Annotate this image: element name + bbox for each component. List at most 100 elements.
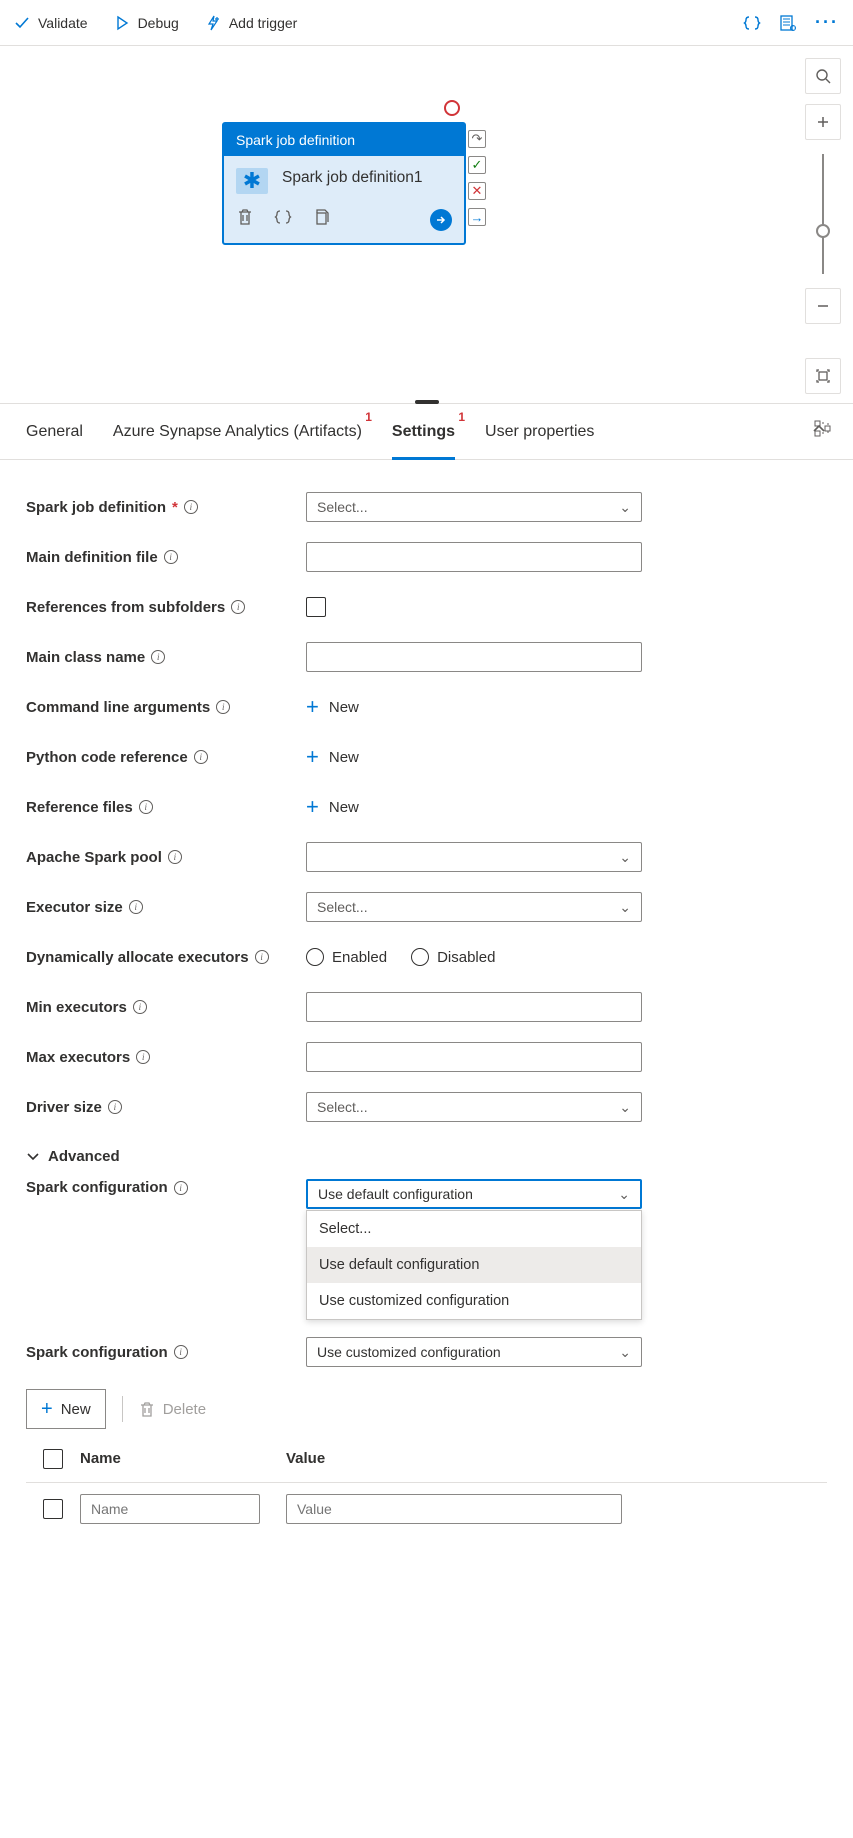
fit-to-screen-button[interactable]: [805, 358, 841, 394]
chevron-down-icon: [26, 1150, 40, 1164]
main-definition-file-label: Main definition filei: [26, 549, 306, 566]
config-table-row: [26, 1483, 827, 1535]
spark-configuration-label-2: Spark configurationi: [26, 1344, 306, 1361]
col-header-value: Value: [286, 1450, 325, 1467]
info-icon[interactable]: i: [174, 1345, 188, 1359]
config-name-input[interactable]: [80, 1494, 260, 1524]
command-line-args-label: Command line argumentsi: [26, 699, 306, 716]
plus-icon: +: [306, 694, 319, 720]
pipeline-canvas[interactable]: Spark job definition ✱ Spark job definit…: [0, 46, 853, 404]
trash-icon: [139, 1401, 155, 1417]
validation-error-icon: [444, 100, 460, 116]
add-python-ref-button[interactable]: + New: [306, 744, 642, 770]
connector-skip-icon[interactable]: →: [468, 208, 486, 226]
tab-general[interactable]: General: [26, 404, 83, 460]
col-header-name: Name: [80, 1450, 286, 1467]
info-icon[interactable]: i: [136, 1050, 150, 1064]
validate-button[interactable]: Validate: [14, 15, 88, 31]
spark-configuration-select[interactable]: Use default configuration⌄: [306, 1179, 642, 1209]
chevron-down-icon: ⌄: [619, 499, 631, 516]
main-class-name-label: Main class namei: [26, 649, 306, 666]
play-icon: [114, 15, 130, 31]
add-trigger-label: Add trigger: [229, 15, 297, 31]
arrow-right-icon[interactable]: [430, 209, 452, 231]
dynamically-allocate-label: Dynamically allocate executorsi: [26, 949, 306, 966]
info-icon[interactable]: i: [168, 850, 182, 864]
activity-connectors: ↷ ✓ ✕ →: [468, 130, 486, 226]
radio-disabled[interactable]: Disabled: [411, 948, 495, 966]
activity-type-header: Spark job definition: [224, 124, 464, 156]
info-icon[interactable]: i: [174, 1181, 188, 1195]
max-executors-input[interactable]: [306, 1042, 642, 1072]
config-actions: + New Delete: [26, 1389, 827, 1429]
info-icon[interactable]: i: [194, 750, 208, 764]
copy-icon[interactable]: [312, 208, 330, 231]
add-reference-file-button[interactable]: + New: [306, 794, 642, 820]
canvas-controls: [805, 58, 841, 443]
info-icon[interactable]: i: [133, 1000, 147, 1014]
spark-configuration-select-2[interactable]: Use customized configuration⌄: [306, 1337, 642, 1367]
activity-card[interactable]: Spark job definition ✱ Spark job definit…: [222, 122, 466, 245]
python-code-ref-label: Python code referencei: [26, 749, 306, 766]
plus-icon: +: [41, 1398, 53, 1421]
connector-failure-icon[interactable]: ✕: [468, 182, 486, 200]
braces-icon[interactable]: [743, 14, 761, 32]
min-executors-input[interactable]: [306, 992, 642, 1022]
info-icon[interactable]: i: [231, 600, 245, 614]
radio-enabled[interactable]: Enabled: [306, 948, 387, 966]
search-canvas-button[interactable]: [805, 58, 841, 94]
connector-success-icon[interactable]: ✓: [468, 156, 486, 174]
delete-icon[interactable]: [236, 208, 254, 231]
properties-icon[interactable]: [779, 14, 797, 32]
tab-settings[interactable]: Settings 1: [392, 404, 455, 460]
info-icon[interactable]: i: [108, 1100, 122, 1114]
zoom-in-button[interactable]: [805, 104, 841, 140]
divider: [122, 1396, 123, 1422]
info-icon[interactable]: i: [164, 550, 178, 564]
references-subfolders-checkbox[interactable]: [306, 597, 326, 617]
info-icon[interactable]: i: [129, 900, 143, 914]
config-value-input[interactable]: [286, 1494, 622, 1524]
tab-user-properties[interactable]: User properties: [485, 404, 594, 460]
row-checkbox[interactable]: [43, 1499, 63, 1519]
debug-button[interactable]: Debug: [114, 15, 179, 31]
zoom-out-button[interactable]: [805, 288, 841, 324]
zoom-slider[interactable]: [822, 154, 824, 274]
apache-spark-pool-select[interactable]: ⌄: [306, 842, 642, 872]
config-table-header: Name Value: [26, 1435, 827, 1483]
chevron-down-icon: ⌄: [619, 1344, 631, 1361]
executor-size-select[interactable]: Select...⌄: [306, 892, 642, 922]
zoom-thumb[interactable]: [816, 224, 830, 238]
dropdown-option-select[interactable]: Select...: [307, 1211, 641, 1247]
info-icon[interactable]: i: [151, 650, 165, 664]
advanced-toggle[interactable]: Advanced: [26, 1148, 827, 1165]
delete-config-button[interactable]: Delete: [139, 1401, 206, 1418]
driver-size-select[interactable]: Select...⌄: [306, 1092, 642, 1122]
info-icon[interactable]: i: [255, 950, 269, 964]
dropdown-option-custom[interactable]: Use customized configuration: [307, 1283, 641, 1319]
collapse-panel-button[interactable]: [811, 421, 827, 442]
chevron-down-icon: ⌄: [619, 849, 631, 866]
dynamically-allocate-radio-group: Enabled Disabled: [306, 948, 642, 966]
spark-job-definition-select[interactable]: Select... ⌄: [306, 492, 642, 522]
info-icon[interactable]: i: [139, 800, 153, 814]
min-executors-label: Min executorsi: [26, 999, 306, 1016]
more-icon[interactable]: ···: [815, 12, 839, 33]
info-icon[interactable]: i: [216, 700, 230, 714]
spark-configuration-label: Spark configurationi: [26, 1179, 306, 1196]
main-class-name-input[interactable]: [306, 642, 642, 672]
main-definition-file-input[interactable]: [306, 542, 642, 572]
add-command-arg-button[interactable]: + New: [306, 694, 642, 720]
info-icon[interactable]: i: [184, 500, 198, 514]
add-trigger-button[interactable]: Add trigger: [205, 15, 297, 31]
tab-artifacts[interactable]: Azure Synapse Analytics (Artifacts) 1: [113, 404, 362, 460]
toolbar-left: Validate Debug Add trigger: [14, 15, 297, 31]
connector-undo-icon[interactable]: ↷: [468, 130, 486, 148]
debug-label: Debug: [138, 15, 179, 31]
dropdown-option-default[interactable]: Use default configuration: [307, 1247, 641, 1283]
toolbar-right: ···: [743, 12, 839, 33]
select-all-checkbox[interactable]: [43, 1449, 63, 1469]
code-icon[interactable]: [274, 208, 292, 231]
new-config-button[interactable]: + New: [26, 1389, 106, 1429]
radio-icon: [306, 948, 324, 966]
